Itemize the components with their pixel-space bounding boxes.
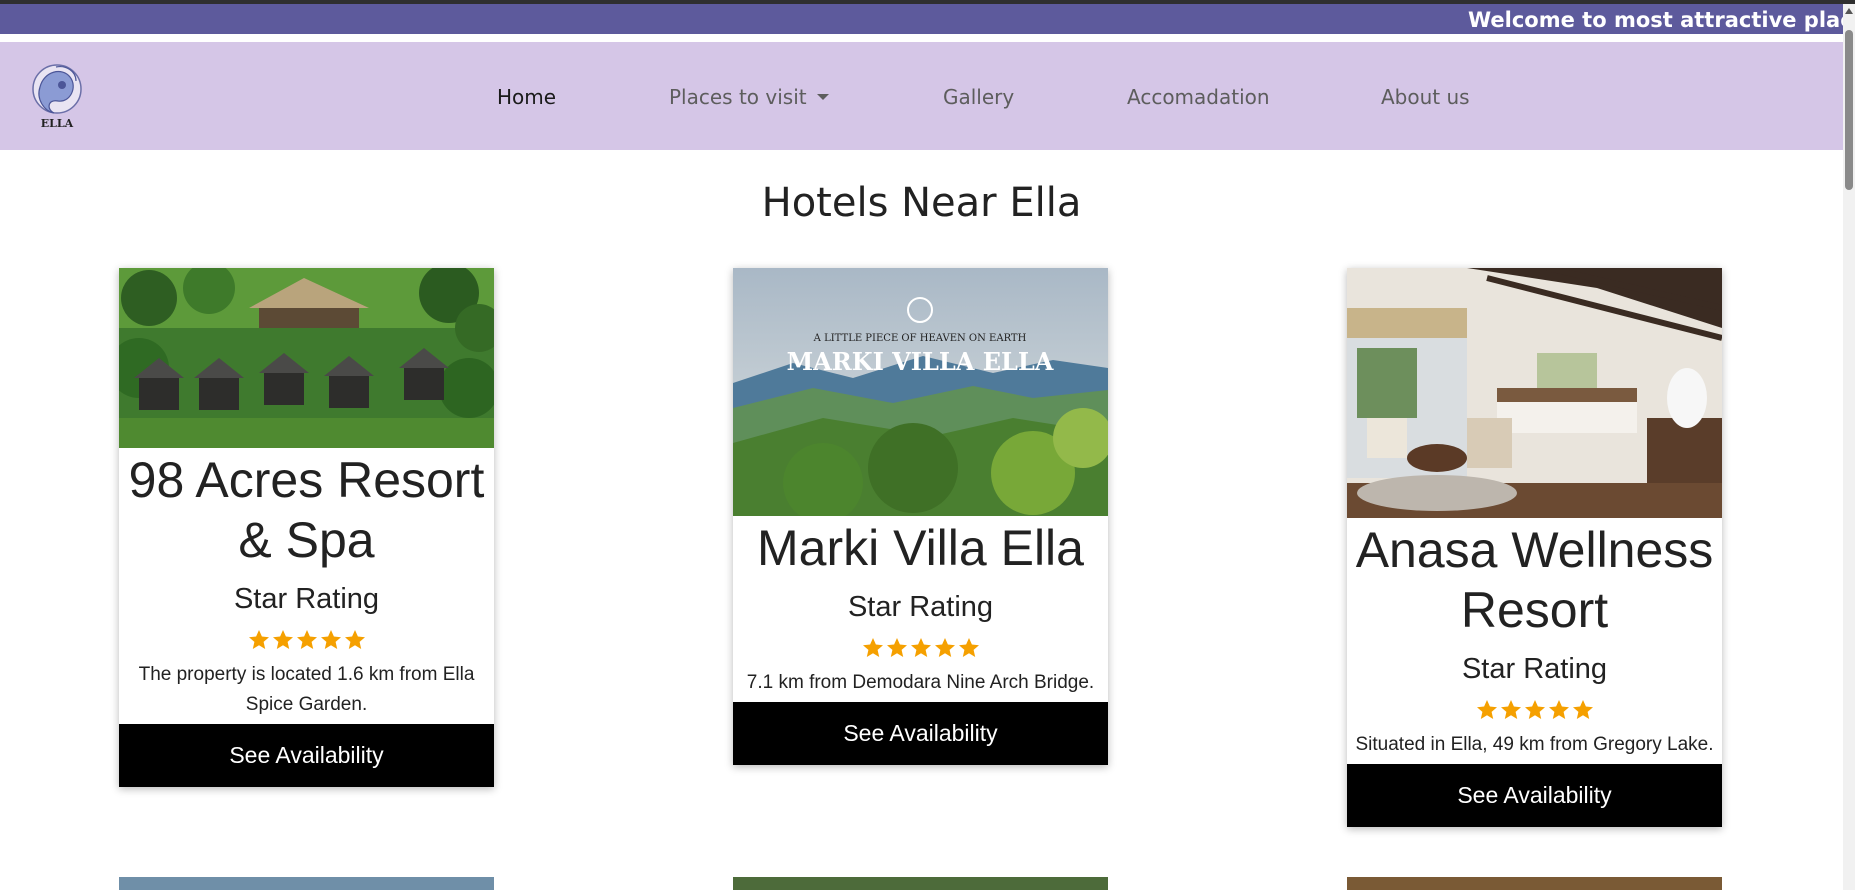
hotel-description: 7.1 km from Demodara Nine Arch Bridge.	[746, 672, 1095, 693]
star-icon	[1476, 700, 1497, 719]
star-icon	[344, 630, 365, 649]
see-availability-button[interactable]: See Availability	[733, 702, 1108, 765]
page-title: Hotels Near Ella	[761, 180, 1082, 226]
star-rating-label: Star Rating	[847, 591, 994, 623]
see-availability-button[interactable]: See Availability	[1347, 764, 1722, 827]
image-tagline: A LITTLE PIECE OF HEAVEN ON EARTH	[813, 333, 1027, 344]
star-icon	[296, 630, 317, 649]
scrollbar-thumb[interactable]	[1845, 30, 1853, 190]
welcome-marquee: Welcome to most attractive place	[0, 4, 1855, 34]
scroll-up-icon[interactable]	[1845, 8, 1853, 14]
page-scrollbar[interactable]	[1843, 4, 1855, 890]
star-icon	[320, 630, 341, 649]
star-icon	[1548, 700, 1569, 719]
star-icon	[1500, 700, 1521, 719]
navbar: ELLA Home Places to visit Gallery Accoma…	[0, 42, 1843, 150]
hotel-image-marki-villa: A LITTLE PIECE OF HEAVEN ON EARTH MARKI …	[733, 268, 1108, 516]
hotel-description: The property is located 1.6 km from Ella…	[138, 664, 475, 715]
star-icon	[934, 638, 955, 657]
star-icon	[958, 638, 979, 657]
star-rating-label: Star Rating	[233, 583, 380, 615]
nav-accomadation[interactable]: Accomadation	[1127, 85, 1270, 109]
next-hotel-image	[119, 877, 494, 890]
chevron-down-icon	[816, 94, 829, 100]
see-availability-button[interactable]: See Availability	[119, 724, 494, 787]
star-icon	[1524, 700, 1545, 719]
next-hotel-image	[1347, 877, 1722, 890]
star-rating	[119, 630, 494, 654]
ella-logo[interactable]: ELLA	[26, 57, 88, 133]
hotel-description: Situated in Ella, 49 km from Gregory Lak…	[1355, 734, 1714, 755]
star-icon	[248, 630, 269, 649]
hotel-image-anasa	[1347, 268, 1722, 518]
next-hotel-image	[733, 877, 1108, 890]
star-rating	[733, 638, 1108, 662]
marquee-text: Welcome to most attractive place	[1468, 8, 1855, 32]
star-icon	[272, 630, 293, 649]
star-rating	[1347, 700, 1722, 724]
marquee-gap	[0, 34, 1855, 42]
nav-gallery[interactable]: Gallery	[943, 85, 1014, 109]
hotel-name: Anasa Wellness Resort	[1355, 522, 1714, 638]
image-title: MARKI VILLA ELLA	[787, 347, 1054, 376]
star-icon	[910, 638, 931, 657]
star-icon	[862, 638, 883, 657]
star-icon	[886, 638, 907, 657]
nav-home[interactable]: Home	[497, 85, 556, 109]
hotel-name: Marki Villa Ella	[757, 520, 1084, 576]
logo-text: ELLA	[41, 117, 74, 130]
nav-about-us[interactable]: About us	[1381, 85, 1470, 109]
star-rating-label: Star Rating	[1461, 653, 1608, 685]
nav-places-label: Places to visit	[669, 85, 807, 109]
nav-places-to-visit[interactable]: Places to visit	[669, 85, 829, 109]
star-icon	[1572, 700, 1593, 719]
hotel-card: 98 Acres Resort & Spa Star Rating The pr…	[119, 268, 494, 787]
hotel-name: 98 Acres Resort & Spa	[128, 452, 485, 568]
hotel-image-98-acres	[119, 268, 494, 448]
hotel-card: Anasa Wellness Resort Star Rating Situat…	[1347, 268, 1722, 827]
hotel-card: A LITTLE PIECE OF HEAVEN ON EARTH MARKI …	[733, 268, 1108, 765]
